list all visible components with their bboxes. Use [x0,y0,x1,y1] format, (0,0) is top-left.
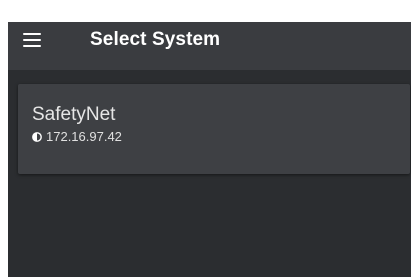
screenshot-top-margin [0,0,411,22]
system-address-row: 172.16.97.42 [32,129,410,145]
hamburger-menu-icon [23,33,41,47]
page-title: Select System [90,29,221,50]
system-ip-address: 172.16.97.42 [46,129,122,144]
system-card[interactable]: SafetyNet 172.16.97.42 [18,84,410,174]
system-list: SafetyNet 172.16.97.42 [8,70,411,277]
half-circle-icon [32,132,42,142]
app-window: Select System SafetyNet 172.16.97.42 [8,0,411,277]
system-name: SafetyNet [32,104,116,125]
